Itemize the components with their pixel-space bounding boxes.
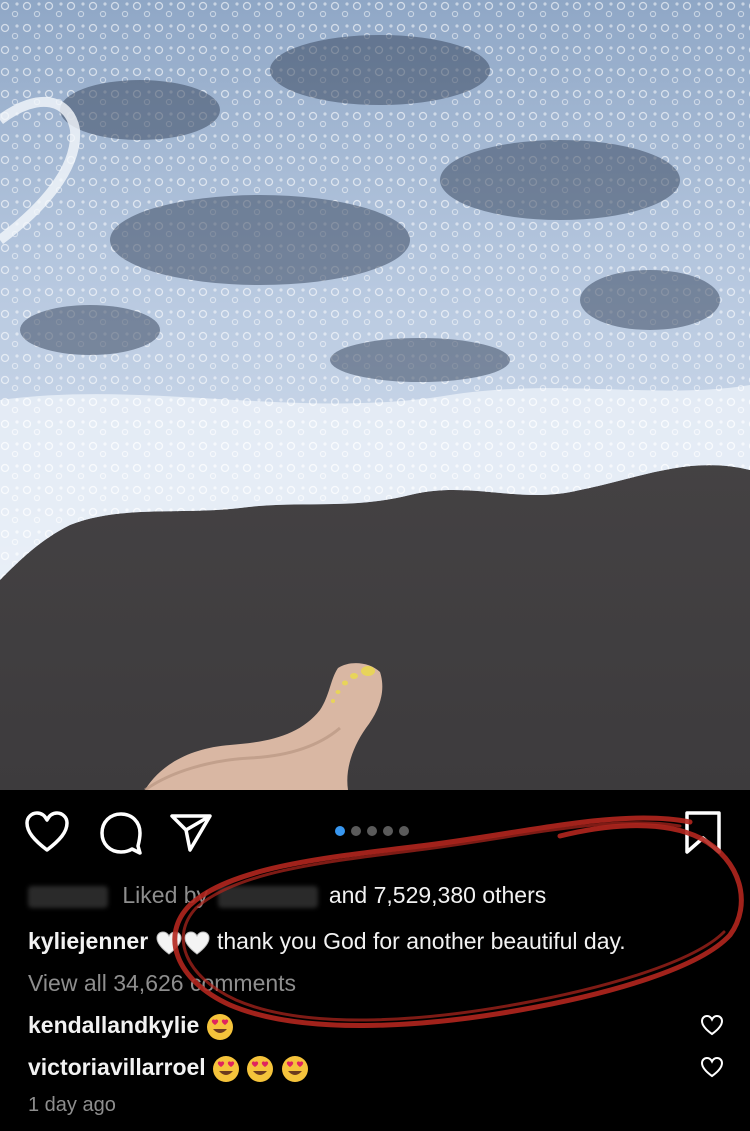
likes-line[interactable]: Liked by and 7,529,380 others <box>28 882 546 909</box>
carousel-dot <box>335 826 345 836</box>
white-heart-icon <box>156 931 182 955</box>
carousel-dot <box>351 826 361 836</box>
caption-text: thank you God for another beautiful day. <box>216 928 626 954</box>
redacted-username <box>218 885 319 908</box>
liked-by-suffix: and 7,529,380 others <box>328 882 547 908</box>
caption-username[interactable]: kyliejenner <box>28 928 148 954</box>
carousel-dot <box>367 826 377 836</box>
carousel-indicator <box>335 826 409 836</box>
heart-eyes-emoji-icon <box>247 1055 274 1082</box>
bookmark-icon[interactable] <box>684 810 722 856</box>
comment-row: kendallandkylie <box>28 1012 234 1041</box>
caption: kyliejenner thank you God for another be… <box>28 928 626 956</box>
paper-plane-icon[interactable] <box>168 810 214 854</box>
heart-outline-icon[interactable] <box>24 810 70 854</box>
comment-bubble-icon[interactable] <box>98 810 144 856</box>
heart-eyes-emoji-icon <box>213 1055 240 1082</box>
heart-eyes-emoji-icon <box>206 1013 233 1040</box>
comment-row: victoriavillarroel <box>28 1054 309 1083</box>
post-timestamp: 1 day ago <box>28 1094 116 1116</box>
white-heart-icon <box>184 931 210 955</box>
post-photo[interactable] <box>0 0 750 790</box>
view-all-comments-link[interactable]: View all 34,626 comments <box>28 970 296 997</box>
comment-like-heart-icon[interactable] <box>700 1056 724 1078</box>
comment-username[interactable]: kendallandkylie <box>28 1012 199 1038</box>
comment-username[interactable]: victoriavillarroel <box>28 1054 206 1080</box>
liked-by-prefix: Liked by <box>122 882 209 908</box>
carousel-dot <box>383 826 393 836</box>
carousel-dot <box>399 826 409 836</box>
redacted-avatar <box>28 885 108 908</box>
comment-like-heart-icon[interactable] <box>700 1014 724 1036</box>
heart-eyes-emoji-icon <box>281 1055 308 1082</box>
